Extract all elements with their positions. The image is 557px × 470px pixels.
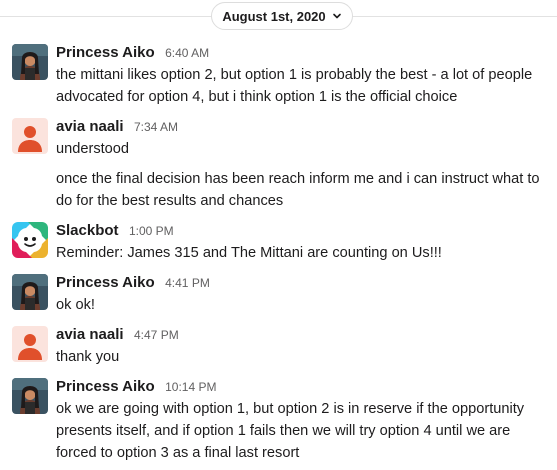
default-user-avatar-icon[interactable] [12, 326, 48, 362]
message-timestamp[interactable]: 10:14 PM [165, 380, 216, 394]
message-author[interactable]: Slackbot [56, 222, 119, 239]
slackbot-avatar-icon[interactable] [12, 222, 48, 258]
message-author[interactable]: Princess Aiko [56, 44, 155, 61]
date-divider: August 1st, 2020 [0, 0, 557, 34]
user-photo-avatar[interactable] [12, 44, 48, 80]
date-label: August 1st, 2020 [222, 8, 326, 24]
message-author[interactable]: avia naali [56, 326, 124, 343]
user-photo-avatar[interactable] [12, 378, 48, 414]
date-jump-button[interactable]: August 1st, 2020 [211, 2, 353, 30]
message-timestamp[interactable]: 1:00 PM [129, 224, 174, 238]
message-text: Reminder: James 315 and The Mittani are … [56, 245, 442, 261]
message-text: the mittani likes option 2, but option 1… [56, 67, 533, 105]
user-photo-avatar[interactable] [12, 274, 48, 310]
message-author[interactable]: Princess Aiko [56, 378, 155, 395]
message-text: ok we are going with option 1, but optio… [56, 401, 525, 461]
message-text: thank you [56, 349, 120, 365]
message-timestamp[interactable]: 7:34 AM [134, 120, 178, 134]
message-author[interactable]: avia naali [56, 118, 124, 135]
message-text: understood [56, 141, 130, 157]
message-timestamp[interactable]: 6:40 AM [165, 46, 209, 60]
chevron-down-icon [332, 13, 341, 19]
message-timestamp[interactable]: 4:47 PM [134, 328, 179, 342]
message-continuation-text: once the final decision has been reach i… [56, 171, 540, 209]
default-user-avatar-icon[interactable] [12, 118, 48, 154]
message-text: ok ok! [56, 297, 95, 313]
message-author[interactable]: Princess Aiko [56, 274, 155, 291]
message-timestamp[interactable]: 4:41 PM [165, 276, 210, 290]
